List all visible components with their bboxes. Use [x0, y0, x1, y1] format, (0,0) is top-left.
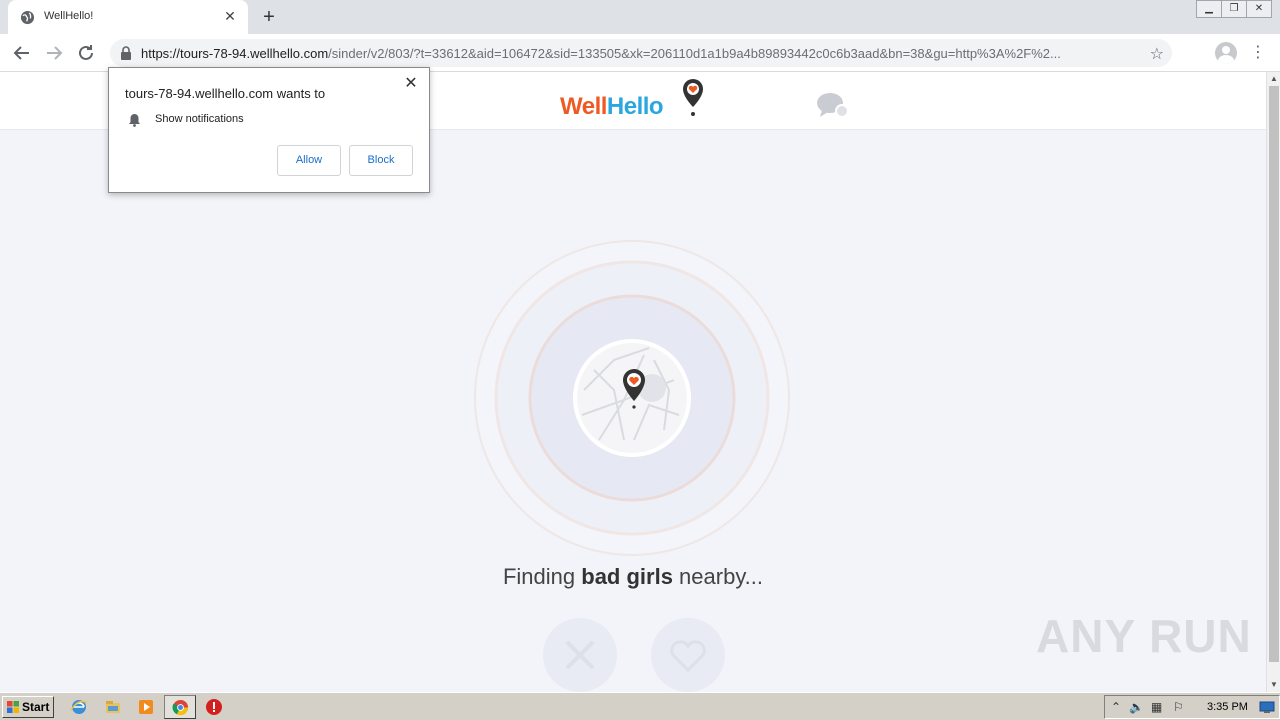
tab-close-icon[interactable]: ✕: [222, 8, 238, 24]
system-tray: ⌃ 🔈 ▦ ⚐ 3:35 PM: [1104, 695, 1280, 719]
finding-prefix: Finding: [502, 564, 582, 589]
bell-icon: [129, 114, 140, 127]
windows-flag-icon: [7, 701, 19, 713]
address-bar[interactable]: https://tours-78-94.wellhello.com/sinder…: [110, 39, 1172, 67]
close-x-icon: [565, 640, 595, 670]
tab-title: WellHello!: [44, 10, 94, 22]
window-controls: ▁ ❐ ✕: [1196, 0, 1272, 18]
profile-avatar-icon[interactable]: [1215, 42, 1237, 64]
location-pin-icon: [683, 79, 703, 116]
logo-text: WellHello: [560, 93, 664, 121]
minimize-button[interactable]: ▁: [1196, 0, 1222, 18]
page-scrollbar[interactable]: ▲ ▼: [1266, 72, 1280, 692]
restore-button[interactable]: ❐: [1221, 0, 1247, 18]
finding-suffix: nearby...: [672, 564, 764, 589]
globe-icon: [20, 10, 35, 25]
url-text: https://tours-78-94.wellhello.com/sinder…: [141, 46, 1141, 61]
notification-permission-popup: tours-78-94.wellhello.com wants to ✕ Sho…: [108, 67, 430, 193]
scroll-down-arrow-icon[interactable]: ▼: [1267, 678, 1280, 692]
chrome-icon: [172, 699, 189, 716]
chat-bubbles-icon[interactable]: [816, 92, 850, 118]
popup-close-icon[interactable]: ✕: [403, 76, 419, 92]
new-tab-button[interactable]: +: [258, 6, 280, 28]
volume-icon[interactable]: 🔈: [1129, 700, 1144, 714]
bookmark-star-icon[interactable]: ☆: [1150, 44, 1164, 64]
more-menu-icon[interactable]: ⋮: [1250, 42, 1266, 64]
tab-wellhello[interactable]: WellHello! ✕: [8, 0, 248, 34]
permission-label: Show notifications: [155, 113, 244, 125]
show-desktop-icon[interactable]: [1259, 701, 1275, 714]
url-host: https://tours-78-94.wellhello.com: [141, 46, 329, 61]
finding-bold: bad girls: [581, 564, 673, 589]
clock[interactable]: 3:35 PM: [1207, 701, 1248, 713]
stop-security-icon[interactable]: [205, 698, 223, 716]
windows-taskbar: Start ⌃ 🔈 ▦ ⚐ 3:35 PM: [0, 692, 1280, 720]
finding-status-text: Finding bad girls nearby...: [0, 564, 1266, 590]
taskbar-chrome-active[interactable]: [164, 695, 196, 719]
allow-button[interactable]: Allow: [277, 145, 341, 176]
file-explorer-icon[interactable]: [104, 698, 122, 716]
media-player-icon[interactable]: [137, 698, 155, 716]
network-icon[interactable]: ▦: [1151, 700, 1162, 714]
browser-window: WellHello! ✕ + ▁ ❐ ✕ https://tours-78-94…: [0, 0, 1280, 720]
anyrun-watermark: ANY RUN: [1036, 610, 1252, 662]
tab-strip: WellHello! ✕ + ▁ ❐ ✕: [0, 0, 1280, 34]
like-button[interactable]: [651, 618, 725, 692]
url-path: /sinder/v2/803/?t=33612&aid=106472&sid=1…: [328, 46, 1061, 61]
block-button[interactable]: Block: [349, 145, 413, 176]
close-window-button[interactable]: ✕: [1246, 0, 1272, 18]
heart-icon: [670, 640, 706, 673]
forward-arrow-icon[interactable]: [42, 41, 66, 65]
start-button[interactable]: Start: [2, 696, 54, 718]
logo-part-well: Well: [560, 93, 607, 120]
reload-icon[interactable]: [74, 41, 98, 65]
scroll-thumb[interactable]: [1269, 86, 1279, 662]
dislike-button[interactable]: [543, 618, 617, 692]
tray-expand-icon[interactable]: ⌃: [1111, 700, 1121, 714]
logo-part-hello: Hello: [606, 93, 664, 120]
popup-title: tours-78-94.wellhello.com wants to: [125, 86, 326, 101]
internet-explorer-icon[interactable]: [70, 698, 88, 716]
lock-icon: [121, 46, 131, 60]
start-label: Start: [22, 700, 50, 714]
back-arrow-icon[interactable]: [10, 41, 34, 65]
scroll-up-arrow-icon[interactable]: ▲: [1267, 72, 1280, 86]
map-location-pin-icon: [623, 369, 645, 409]
action-center-flag-icon[interactable]: ⚐: [1173, 700, 1184, 714]
